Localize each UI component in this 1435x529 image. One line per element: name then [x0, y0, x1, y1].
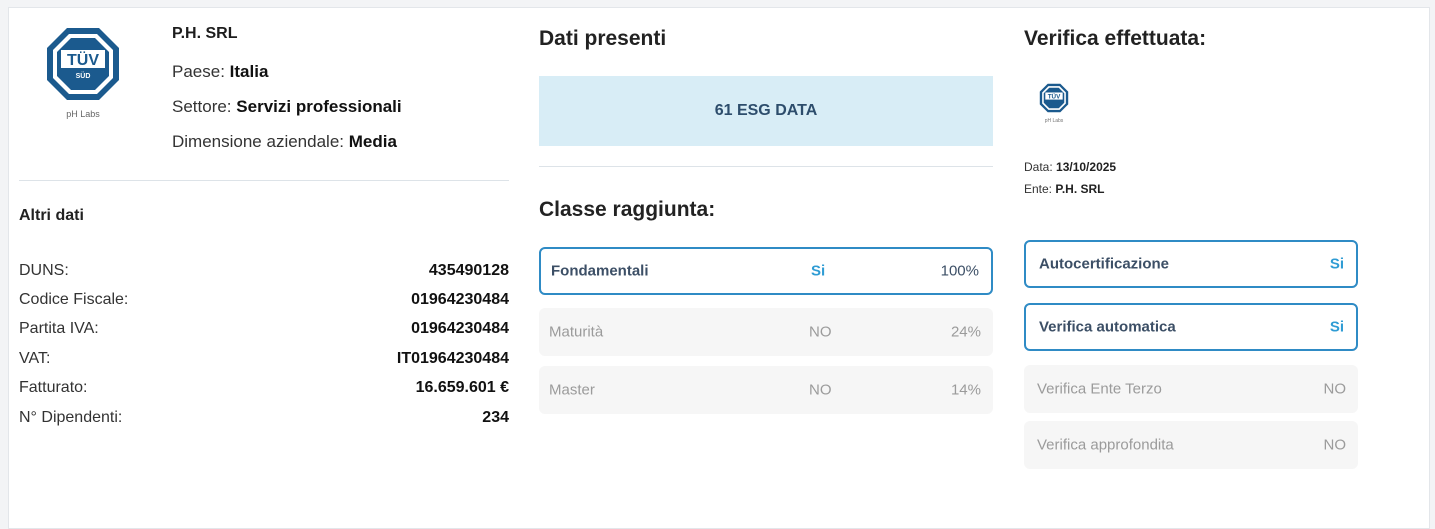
sector-line: Settore: Servizi professionali — [172, 97, 402, 117]
svg-text:TÜV: TÜV — [67, 50, 99, 69]
size-label: Dimensione aziendale: — [172, 132, 344, 151]
class-row-master[interactable]: Master NO 14% — [539, 366, 993, 414]
row-key: N° Dipendenti: — [19, 408, 123, 426]
class-name: Master — [549, 381, 595, 399]
verification-row-ente-terzo[interactable]: Verifica Ente Terzo NO — [1024, 365, 1358, 413]
data-row-partita-iva: Partita IVA: 01964230484 — [19, 315, 509, 344]
verification-row-autocertificazione[interactable]: Autocertificazione Si — [1024, 240, 1358, 288]
company-card: TÜV SÜD pH Labs P.H. SRL Paese: Italia S… — [8, 7, 1430, 529]
row-key: Partita IVA: — [19, 320, 99, 338]
verification-row-approfondita[interactable]: Verifica approfondita NO — [1024, 421, 1358, 469]
class-status: NO — [809, 323, 832, 341]
class-status: NO — [809, 381, 832, 399]
classe-raggiunta-title: Classe raggiunta: — [539, 198, 716, 221]
tuv-logo-icon: TÜV SÜD — [47, 28, 119, 100]
verifier-logo-caption: pH Labs — [1044, 118, 1064, 124]
row-value: 435490128 — [428, 261, 509, 279]
country-line: Paese: Italia — [172, 62, 402, 82]
verification-status: Si — [1329, 318, 1344, 336]
verification-status: NO — [1323, 380, 1347, 398]
entity-label: Ente: — [1024, 182, 1053, 196]
class-name: Maturità — [549, 323, 604, 341]
company-name: P.H. SRL — [172, 25, 238, 42]
verification-name: Verifica approfondita — [1037, 436, 1174, 454]
data-row-codice-fiscale: Codice Fiscale: 01964230484 — [19, 285, 509, 314]
verification-name: Autocertificazione — [1039, 255, 1170, 273]
country-label: Paese: — [172, 62, 225, 81]
data-row-dipendenti: N° Dipendenti: 234 — [19, 403, 509, 432]
row-key: DUNS: — [19, 261, 69, 279]
row-key: Codice Fiscale: — [19, 291, 129, 309]
data-row-vat: VAT: IT01964230484 — [19, 344, 509, 373]
entity-value: P.H. SRL — [1055, 182, 1105, 196]
row-value: 01964230484 — [411, 291, 509, 309]
class-percent: 24% — [950, 323, 981, 341]
divider — [19, 180, 509, 181]
class-name: Fondamentali — [551, 262, 649, 280]
verification-status: Si — [1329, 255, 1344, 273]
verification-entity: Ente: P.H. SRL — [1024, 178, 1116, 200]
sector-value: Servizi professionali — [236, 97, 402, 116]
altri-dati-list: DUNS: 435490128 Codice Fiscale: 0196423048… — [19, 256, 509, 432]
tuv-logo-icon: TÜV — [1039, 83, 1069, 113]
size-line: Dimensione aziendale: Media — [172, 132, 402, 152]
altri-dati-title: Altri dati — [19, 207, 84, 224]
row-value: 01964230484 — [411, 320, 509, 338]
class-row-fondamentali[interactable]: Fondamentali Si 100% — [539, 247, 993, 295]
date-value: 13/10/2025 — [1056, 160, 1117, 174]
sector-label: Settore: — [172, 97, 232, 116]
verification-name: Verifica Ente Terzo — [1037, 380, 1162, 398]
row-value: IT01964230484 — [396, 349, 509, 367]
class-row-maturita[interactable]: Maturità NO 24% — [539, 308, 993, 356]
divider — [539, 166, 993, 167]
class-percent: 100% — [940, 262, 979, 280]
verification-meta: Data: 13/10/2025 Ente: P.H. SRL — [1024, 156, 1116, 200]
data-row-duns: DUNS: 435490128 — [19, 256, 509, 285]
verification-name: Verifica automatica — [1039, 318, 1176, 336]
logo-caption: pH Labs — [66, 109, 100, 119]
verifier-logo: TÜV pH Labs — [1038, 83, 1070, 124]
size-value: Media — [348, 132, 397, 151]
dati-presenti-title: Dati presenti — [539, 27, 667, 50]
date-label: Data: — [1024, 160, 1053, 174]
row-value: 16.659.601 € — [415, 379, 509, 397]
svg-text:SÜD: SÜD — [76, 71, 91, 80]
class-percent: 14% — [950, 381, 981, 399]
country-value: Italia — [229, 62, 269, 81]
row-key: Fatturato: — [19, 379, 88, 397]
verification-row-automatica[interactable]: Verifica automatica Si — [1024, 303, 1358, 351]
class-status: Si — [811, 262, 826, 280]
company-info: P.H. SRL Paese: Italia Settore: Servizi … — [172, 25, 402, 152]
verification-date: Data: 13/10/2025 — [1024, 156, 1116, 178]
row-key: VAT: — [19, 349, 51, 367]
row-value: 234 — [482, 408, 509, 426]
verifica-title: Verifica effettuata: — [1024, 27, 1207, 50]
company-logo: TÜV SÜD pH Labs — [45, 26, 121, 119]
data-row-fatturato: Fatturato: 16.659.601 € — [19, 374, 509, 403]
esg-data-box[interactable]: 61 ESG DATA — [539, 76, 993, 146]
verification-status: NO — [1323, 436, 1347, 454]
